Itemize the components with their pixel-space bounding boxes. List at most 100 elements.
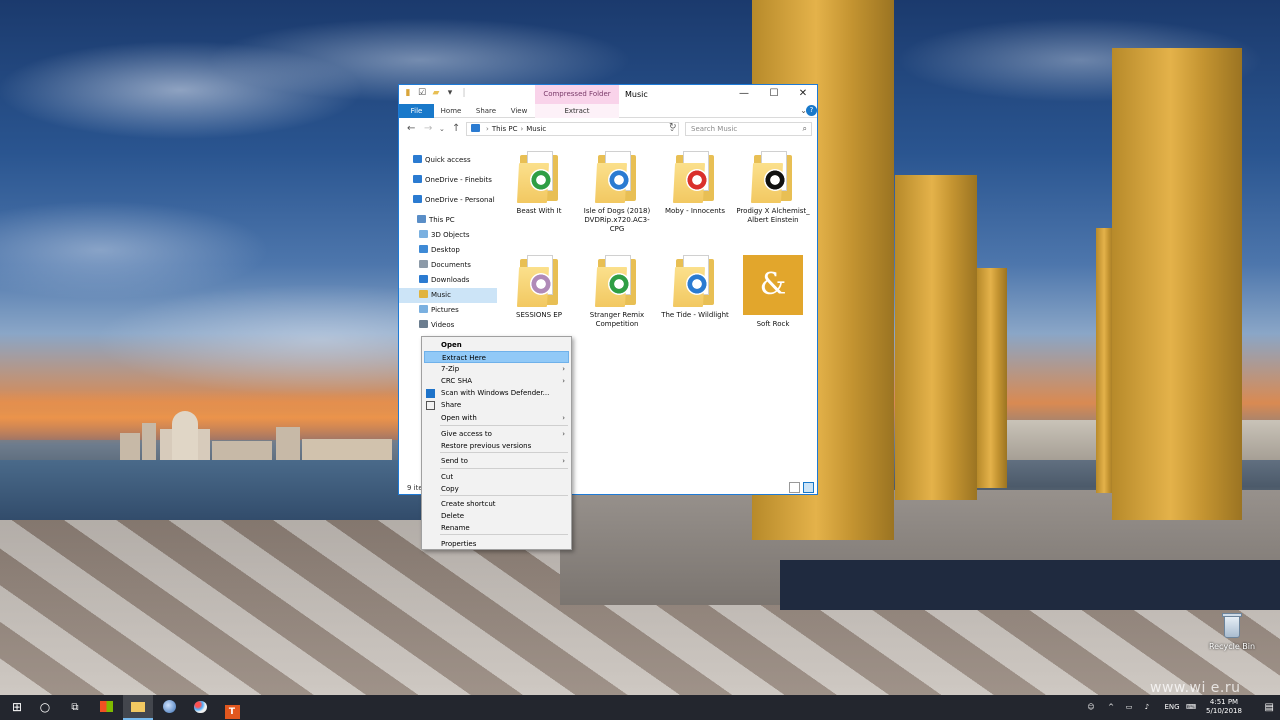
menu-item-open[interactable]: Open — [424, 339, 569, 351]
close-button[interactable]: ✕ — [788, 85, 818, 104]
menu-item-send-to[interactable]: Send to › — [424, 455, 569, 467]
file-item[interactable]: & Soft Rock — [735, 255, 811, 329]
file-item[interactable]: SESSIONS EP — [501, 255, 577, 320]
new-folder-icon[interactable]: ▰ — [431, 88, 441, 98]
nav-item-3d-objects[interactable]: 3D Objects — [399, 228, 497, 243]
recycle-bin-shortcut[interactable]: Recycle Bin — [1200, 612, 1264, 651]
tab-home[interactable]: Home — [435, 104, 467, 118]
submenu-arrow-icon: › — [562, 365, 565, 373]
menu-item-crc-sha[interactable]: CRC SHA › — [424, 375, 569, 387]
up-icon[interactable]: ↑ — [452, 122, 460, 136]
chrome-icon — [530, 169, 552, 191]
store-app[interactable] — [91, 695, 121, 720]
crumb-separator: › — [520, 125, 524, 133]
nav-item-quick-access[interactable]: Quick access — [399, 153, 497, 168]
menu-item-label: Share — [441, 401, 462, 409]
nav-item-onedrive-personal[interactable]: OneDrive - Personal — [399, 193, 497, 208]
back-icon[interactable]: ← — [407, 122, 415, 136]
file-item[interactable]: Isle of Dogs (2018) DVDRip.x720.AC3-CPG — [579, 151, 655, 234]
file-item[interactable]: Moby - Innocents — [657, 151, 733, 216]
paint-app[interactable] — [185, 695, 215, 720]
menu-item-delete[interactable]: Delete — [424, 510, 569, 522]
clock[interactable]: 4:51 PM 5/10/2018 — [1202, 698, 1246, 716]
bridge-app[interactable] — [154, 695, 184, 720]
action-center-icon[interactable]: ▤ — [1265, 695, 1274, 720]
menu-separator — [440, 534, 568, 535]
menu-item-label: Delete — [441, 512, 464, 520]
nav-item-pictures[interactable]: Pictures — [399, 303, 497, 318]
tab-extract[interactable]: Extract — [535, 104, 619, 118]
nav-item-downloads[interactable]: Downloads — [399, 273, 497, 288]
file-name: Isle of Dogs (2018) DVDRip.x720.AC3-CPG — [583, 207, 651, 233]
file-item[interactable]: The Tide - Wildlight — [657, 255, 733, 320]
minimize-button[interactable]: — — [729, 85, 759, 104]
menu-item-label: Create shortcut — [441, 500, 496, 508]
menu-item-label: Open — [441, 341, 462, 349]
store-icon — [99, 701, 113, 712]
nav-item-this-pc[interactable]: This PC — [399, 213, 497, 228]
file-explorer-app[interactable] — [123, 695, 153, 720]
zip-folder-icon — [672, 255, 716, 307]
golden-pillar — [977, 268, 1007, 488]
details-view-button[interactable] — [789, 482, 800, 493]
start-button[interactable]: ⊞ — [2, 695, 32, 720]
nav-item-label: 3D Objects — [431, 231, 470, 239]
chrome-icon — [608, 273, 630, 295]
crumb-music[interactable]: Music — [526, 125, 546, 133]
venice-skyline — [120, 405, 400, 463]
title-bar[interactable]: ▮ ☑ ▰ ▾ | Compressed Folder Tools Music … — [399, 85, 818, 117]
people-icon[interactable]: ☺ — [1084, 695, 1098, 720]
nav-item-desktop[interactable]: Desktop — [399, 243, 497, 258]
tiles-app[interactable]: T — [217, 695, 247, 720]
search-input[interactable]: Search Music ⌕ — [685, 122, 812, 136]
menu-item-give-access-to[interactable]: Give access to › — [424, 428, 569, 440]
media-icon — [686, 273, 708, 295]
menu-item-rename[interactable]: Rename — [424, 522, 569, 534]
address-bar[interactable]: › This PC › Music ⌄ — [466, 122, 679, 136]
recent-dropdown-icon[interactable]: ⌄ — [439, 122, 445, 136]
file-name: Soft Rock — [756, 320, 790, 328]
nav-item-videos[interactable]: Videos — [399, 318, 497, 333]
menu-item-label: Extract Here — [442, 354, 486, 362]
nav-item-label: Music — [431, 291, 451, 299]
menu-item-restore-previous-versions[interactable]: Restore previous versions — [424, 440, 569, 452]
golden-pillar — [895, 175, 977, 500]
menu-item-scan-with-windows-defender[interactable]: Scan with Windows Defender... — [424, 387, 569, 399]
forward-icon[interactable]: → — [424, 122, 432, 136]
menu-item-share[interactable]: Share — [424, 399, 569, 411]
menu-item-copy[interactable]: Copy — [424, 483, 569, 495]
keyboard-icon[interactable]: ⌨ — [1184, 695, 1198, 720]
menu-item-cut[interactable]: Cut — [424, 471, 569, 483]
zip-folder-icon — [750, 151, 794, 203]
zip-folder-icon — [516, 255, 560, 307]
task-view-button[interactable]: ⧉ — [60, 695, 90, 720]
cortana-button[interactable]: ○ — [30, 695, 60, 720]
menu-item-properties[interactable]: Properties — [424, 538, 569, 550]
menu-item-extract-here[interactable]: Extract Here — [424, 351, 569, 363]
nav-item-music[interactable]: Music — [399, 288, 497, 303]
volume-icon[interactable]: ♪ — [1140, 695, 1154, 720]
nav-item-onedrive-finebits[interactable]: OneDrive - Finebits — [399, 173, 497, 188]
tab-view[interactable]: View — [503, 104, 535, 118]
show-hidden-icons[interactable]: ^ — [1104, 695, 1118, 720]
menu-item-create-shortcut[interactable]: Create shortcut — [424, 498, 569, 510]
customize-dropdown-icon[interactable]: ▾ — [445, 88, 455, 98]
file-item[interactable]: Stranger Remix Competition — [579, 255, 655, 329]
tab-file[interactable]: File — [399, 104, 434, 118]
crumb-this-pc[interactable]: This PC — [492, 125, 518, 133]
refresh-icon[interactable]: ↻ — [669, 122, 677, 132]
network-icon[interactable]: ▭ — [1122, 695, 1136, 720]
nav-item-label: Desktop — [431, 246, 460, 254]
menu-item-open-with[interactable]: Open with › — [424, 412, 569, 424]
maximize-button[interactable]: ☐ — [759, 85, 789, 104]
file-item[interactable]: Prodigy X Alchemist_ Albert Einstein — [735, 151, 811, 225]
nav-item-documents[interactable]: Documents — [399, 258, 497, 273]
large-icons-view-button[interactable] — [803, 482, 814, 493]
menu-item-7-zip[interactable]: 7-Zip › — [424, 363, 569, 375]
tab-share[interactable]: Share — [469, 104, 503, 118]
properties-icon[interactable]: ☑ — [417, 88, 427, 98]
help-icon[interactable]: ? — [806, 105, 817, 116]
computer-icon — [417, 215, 426, 223]
file-item[interactable]: Beast With It — [501, 151, 577, 216]
language-indicator[interactable]: ENG — [1160, 695, 1184, 720]
